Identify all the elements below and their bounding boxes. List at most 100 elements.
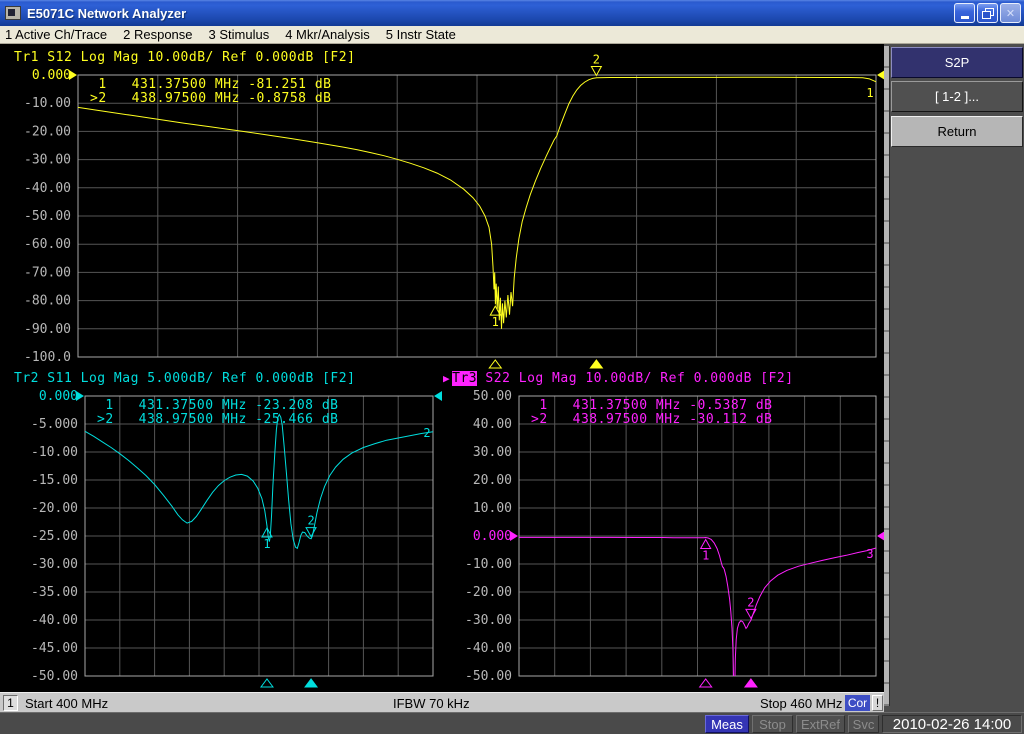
app-icon <box>5 6 21 20</box>
meas-status-badge: Meas <box>705 715 749 733</box>
y-tick-label: -25.00 <box>31 529 78 544</box>
y-tick-label: -40.00 <box>31 613 78 628</box>
trace-header-tr2[interactable]: Tr2 S11 Log Mag 5.000dB/ Ref 0.000dB [F2… <box>14 371 355 386</box>
y-tick-label: 40.00 <box>473 417 512 432</box>
ref-level-left-icon[interactable] <box>76 391 84 401</box>
menu-instr-state[interactable]: 5 Instr State <box>386 27 456 42</box>
marker-1-number: 1 <box>263 537 270 551</box>
ref-level-left-icon[interactable] <box>510 531 518 541</box>
datetime-display: 2010-02-26 14:00 <box>882 715 1022 733</box>
application-window: E5071C Network Analyzer ✕ 1 Active Ch/Tr… <box>0 0 1024 734</box>
trace-name: Tr2 <box>14 371 39 386</box>
menu-stimulus[interactable]: 3 Stimulus <box>209 27 270 42</box>
restore-button[interactable] <box>977 3 998 23</box>
trace-title-text: S12 Log Mag 10.00dB/ Ref 0.000dB [F2] <box>39 50 355 65</box>
marker-2-number: 2 <box>307 514 314 528</box>
marker-2-number: 2 <box>593 52 600 66</box>
y-tick-label: -20.00 <box>465 585 512 600</box>
marker-1-number: 1 <box>492 315 499 329</box>
ref-level-left-icon[interactable] <box>69 70 77 80</box>
y-tick-label: -10.00 <box>465 557 512 572</box>
menu-response[interactable]: 2 Response <box>123 27 192 42</box>
trace-header-tr1[interactable]: Tr1 S12 Log Mag 10.00dB/ Ref 0.000dB [F2… <box>14 50 355 65</box>
window-title: E5071C Network Analyzer <box>27 6 186 21</box>
y-tick-label: 50.00 <box>473 389 512 404</box>
y-tick-label: -20.00 <box>24 124 71 139</box>
channel-number-badge: 1 <box>3 695 18 711</box>
y-tick-label: -100.0 <box>24 350 71 365</box>
marker-readout-row: >2 438.97500 MHz -30.112 dB <box>531 412 772 427</box>
marker-2-symbol-icon[interactable] <box>591 66 601 75</box>
y-tick-label: -30.00 <box>24 153 71 168</box>
softkey-scrollbar[interactable] <box>884 46 890 706</box>
marker-2-stimulus-icon[interactable] <box>305 679 317 687</box>
y-tick-label: -30.00 <box>31 557 78 572</box>
y-tick-label: -80.00 <box>24 294 71 309</box>
trace-end-number: 1 <box>866 86 873 100</box>
y-tick-label: 20.00 <box>473 473 512 488</box>
y-tick-label: -40.00 <box>465 641 512 656</box>
svc-badge: Svc <box>848 715 879 733</box>
restore-icon <box>982 8 994 19</box>
plot-tr3-canvas: 50.00 40.00 30.00 20.00 10.00 0.000 -10.00 -20.… <box>443 391 884 689</box>
marker-2-stimulus-icon[interactable] <box>745 679 757 687</box>
marker-1-symbol-icon[interactable] <box>701 540 711 549</box>
alert-badge: ! <box>872 695 883 711</box>
trace-header-tr3[interactable]: ▶Tr3 S22 Log Mag 10.00dB/ Ref 0.000dB [F… <box>443 371 794 386</box>
softkey-panel: S2P [ 1-2 ]... Return <box>884 44 1024 712</box>
marker-readout-row: >2 438.97500 MHz -0.8758 dB <box>90 91 331 106</box>
menu-mkr-analysis[interactable]: 4 Mkr/Analysis <box>285 27 370 42</box>
trace-name: Tr1 <box>14 50 39 65</box>
y-tick-label: -50.00 <box>465 669 512 684</box>
trace-end-number: 2 <box>423 426 430 440</box>
plot-tr1-canvas: 0.000-10.00-20.00-30.00-40.00-50.00-60.0… <box>0 70 884 368</box>
correction-status-badge: Cor <box>845 695 870 711</box>
extref-badge: ExtRef <box>796 715 845 733</box>
softkey-menu-title: S2P <box>891 47 1023 78</box>
y-tick-label: -20.00 <box>31 501 78 516</box>
title-bar: E5071C Network Analyzer ✕ <box>0 0 1024 26</box>
y-tick-label: -70.00 <box>24 265 71 280</box>
y-tick-label: -50.00 <box>31 669 78 684</box>
marker-readout-row: >2 438.97500 MHz -25.466 dB <box>97 412 338 427</box>
softkey-return-button[interactable]: Return <box>891 116 1023 147</box>
y-tick-label: 0.000 <box>39 389 78 404</box>
marker-2-number: 2 <box>747 595 754 609</box>
y-tick-label: -50.00 <box>24 209 71 224</box>
softkey-1-2-button[interactable]: [ 1-2 ]... <box>891 81 1023 112</box>
y-tick-label: -60.00 <box>24 237 71 252</box>
y-tick-label: -90.00 <box>24 322 71 337</box>
sweep-stop-badge: Stop <box>752 715 793 733</box>
menu-active-ch-trace[interactable]: 1 Active Ch/Trace <box>5 27 107 42</box>
y-tick-label: -10.00 <box>31 445 78 460</box>
instrument-status-bar: Meas Stop ExtRef Svc 2010-02-26 14:00 <box>0 712 1024 734</box>
ref-level-right-icon[interactable] <box>434 391 442 401</box>
stop-frequency-label: Stop 460 MHz <box>760 696 842 711</box>
marker-1-stimulus-icon[interactable] <box>700 679 712 687</box>
y-tick-label: -30.00 <box>465 613 512 628</box>
marker-2-symbol-icon[interactable] <box>306 528 316 537</box>
marker-2-stimulus-icon[interactable] <box>590 360 602 368</box>
y-tick-label: -15.00 <box>31 473 78 488</box>
trace-title-text: S11 Log Mag 5.000dB/ Ref 0.000dB [F2] <box>39 371 355 386</box>
y-tick-label: -45.00 <box>31 641 78 656</box>
marker-1-number: 1 <box>702 549 709 563</box>
marker-readout-row: 1 431.37500 MHz -0.5387 dB <box>531 398 772 413</box>
channel-status-bar: 1 Start 400 MHz IFBW 70 kHz Stop 460 MHz… <box>0 692 884 712</box>
marker-1-stimulus-icon[interactable] <box>489 360 501 368</box>
active-trace-arrow-icon: ▶ <box>443 372 450 385</box>
minimize-button[interactable] <box>954 3 975 23</box>
y-tick-label: 0.000 <box>473 529 512 544</box>
marker-readout-row: 1 431.37500 MHz -81.251 dB <box>90 77 331 92</box>
marker-readout-row: 1 431.37500 MHz -23.208 dB <box>97 398 338 413</box>
measurement-screen: Tr1 S12 Log Mag 10.00dB/ Ref 0.000dB [F2… <box>0 44 884 692</box>
y-tick-label: 10.00 <box>473 501 512 516</box>
minimize-icon <box>961 16 969 19</box>
menu-bar: 1 Active Ch/Trace 2 Response 3 Stimulus … <box>0 26 1024 44</box>
marker-1-stimulus-icon[interactable] <box>261 679 273 687</box>
start-frequency-label: Start 400 MHz <box>25 696 108 711</box>
trace-title-text: S22 Log Mag 10.00dB/ Ref 0.000dB [F2] <box>477 371 793 386</box>
y-tick-label: 30.00 <box>473 445 512 460</box>
y-tick-label: -40.00 <box>24 181 71 196</box>
close-button[interactable]: ✕ <box>1000 3 1021 23</box>
